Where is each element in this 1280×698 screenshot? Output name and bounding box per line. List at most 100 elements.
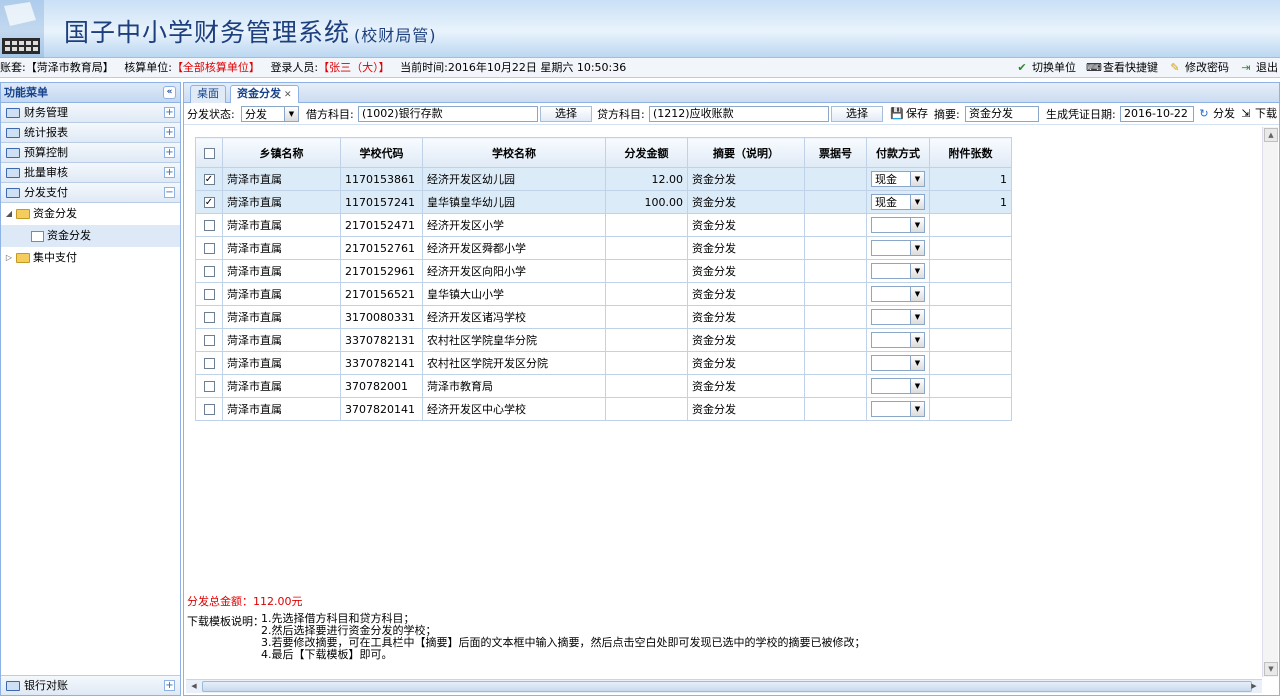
row-checkbox[interactable]: ✓: [203, 197, 215, 208]
column-header[interactable]: 学校代码: [340, 137, 423, 168]
amount-cell[interactable]: [605, 236, 688, 260]
scroll-right-icon[interactable]: ▶: [1247, 680, 1261, 693]
column-header[interactable]: 分发金额: [605, 137, 688, 168]
table-row[interactable]: 菏泽市直属 2170152961 经济开发区向阳小学 资金分发 ▼: [195, 259, 1012, 283]
summary-cell[interactable]: 资金分发: [687, 282, 805, 306]
payment-method-cell[interactable]: ▼: [866, 374, 930, 398]
payment-method-select[interactable]: ▼: [871, 240, 925, 256]
credit-select-button[interactable]: 选择: [831, 106, 883, 122]
payment-method-cell[interactable]: ▼: [866, 236, 930, 260]
payment-method-cell[interactable]: ▼: [866, 397, 930, 421]
bill-number-cell[interactable]: [804, 167, 867, 191]
payment-method-cell[interactable]: 现金 ▼: [866, 167, 930, 191]
payment-method-select[interactable]: 现金 ▼: [871, 171, 925, 187]
amount-cell[interactable]: 12.00: [605, 167, 688, 191]
status-select[interactable]: 分发 ▼: [241, 106, 299, 122]
row-checkbox[interactable]: [203, 312, 215, 323]
attachment-count-cell[interactable]: [929, 397, 1012, 421]
column-header[interactable]: 附件张数: [929, 137, 1012, 168]
amount-cell[interactable]: [605, 305, 688, 329]
tree-folder-fund-distribution[interactable]: ◢ 资金分发: [1, 203, 180, 225]
payment-method-cell[interactable]: ▼: [866, 213, 930, 237]
tab-fund-distribution[interactable]: 资金分发 ✕: [230, 85, 299, 104]
summary-cell[interactable]: 资金分发: [687, 305, 805, 329]
payment-method-select[interactable]: ▼: [871, 401, 925, 417]
attachment-count-cell[interactable]: [929, 213, 1012, 237]
row-select-cell[interactable]: ✓: [195, 190, 223, 214]
close-tab-icon[interactable]: ✕: [284, 90, 292, 100]
bill-number-cell[interactable]: [804, 236, 867, 260]
payment-method-select[interactable]: ▼: [871, 378, 925, 394]
row-select-cell[interactable]: [195, 305, 223, 329]
attachment-count-cell[interactable]: [929, 305, 1012, 329]
bill-number-cell[interactable]: [804, 213, 867, 237]
expand-icon[interactable]: +: [164, 167, 175, 178]
bill-number-cell[interactable]: [804, 374, 867, 398]
expand-icon[interactable]: +: [164, 680, 175, 691]
menu-distribution[interactable]: 分发支付 −: [1, 183, 180, 203]
summary-cell[interactable]: 资金分发: [687, 374, 805, 398]
bill-number-cell[interactable]: [804, 259, 867, 283]
horizontal-scrollbar[interactable]: ◀ ▶: [186, 679, 1262, 693]
attachment-count-cell[interactable]: [929, 259, 1012, 283]
table-row[interactable]: 菏泽市直属 2170156521 皇华镇大山小学 资金分发 ▼: [195, 282, 1012, 306]
summary-cell[interactable]: 资金分发: [687, 397, 805, 421]
row-select-cell[interactable]: [195, 374, 223, 398]
summary-cell[interactable]: 资金分发: [687, 351, 805, 375]
menu-batch-review[interactable]: 批量审核 +: [1, 163, 180, 183]
amount-cell[interactable]: [605, 328, 688, 352]
summary-field[interactable]: 资金分发: [965, 106, 1039, 122]
row-select-cell[interactable]: [195, 259, 223, 283]
menu-bank-reconcile[interactable]: 银行对账 +: [1, 675, 180, 695]
select-all-header[interactable]: [195, 137, 223, 168]
bill-number-cell[interactable]: [804, 282, 867, 306]
row-select-cell[interactable]: ✓: [195, 167, 223, 191]
table-row[interactable]: 菏泽市直属 370782001 菏泽市教育局 资金分发 ▼: [195, 374, 1012, 398]
amount-cell[interactable]: [605, 213, 688, 237]
payment-method-cell[interactable]: ▼: [866, 282, 930, 306]
select-all-checkbox[interactable]: [203, 147, 215, 159]
payment-method-cell[interactable]: ▼: [866, 305, 930, 329]
attachment-count-cell[interactable]: 1: [929, 167, 1012, 191]
payment-method-cell[interactable]: 现金 ▼: [866, 190, 930, 214]
bill-number-cell[interactable]: [804, 328, 867, 352]
debit-account-field[interactable]: (1002)银行存款: [358, 106, 538, 122]
change-password-link[interactable]: ✎ 修改密码: [1168, 58, 1229, 78]
menu-budget[interactable]: 预算控制 +: [1, 143, 180, 163]
scroll-left-icon[interactable]: ◀: [187, 680, 201, 693]
attachment-count-cell[interactable]: [929, 351, 1012, 375]
row-checkbox[interactable]: [203, 381, 215, 392]
bill-number-cell[interactable]: [804, 351, 867, 375]
row-checkbox[interactable]: [203, 404, 215, 415]
expand-icon[interactable]: +: [164, 127, 175, 138]
vertical-scrollbar[interactable]: ▲ ▼: [1262, 127, 1278, 677]
attachment-count-cell[interactable]: [929, 236, 1012, 260]
collapsed-arrow-icon[interactable]: ▷: [5, 247, 13, 269]
summary-cell[interactable]: 资金分发: [687, 236, 805, 260]
column-header[interactable]: 乡镇名称: [222, 137, 341, 168]
bill-number-cell[interactable]: [804, 305, 867, 329]
row-select-cell[interactable]: [195, 351, 223, 375]
table-row[interactable]: ✓ 菏泽市直属 1170153861 经济开发区幼儿园 12.00 资金分发 现金 ▼ 1: [195, 167, 1012, 191]
row-select-cell[interactable]: [195, 328, 223, 352]
row-checkbox[interactable]: [203, 289, 215, 300]
expand-icon[interactable]: +: [164, 147, 175, 158]
attachment-count-cell[interactable]: [929, 328, 1012, 352]
attachment-count-cell[interactable]: [929, 374, 1012, 398]
voucher-date-field[interactable]: 2016-10-22: [1120, 106, 1194, 122]
expanded-arrow-icon[interactable]: ◢: [5, 203, 13, 225]
table-row[interactable]: ✓ 菏泽市直属 1170157241 皇华镇皇华幼儿园 100.00 资金分发 现金 ▼ 1: [195, 190, 1012, 214]
payment-method-select[interactable]: 现金 ▼: [871, 194, 925, 210]
menu-finance[interactable]: 财务管理 +: [1, 103, 180, 123]
table-row[interactable]: 菏泽市直属 3170080331 经济开发区诸冯学校 资金分发 ▼: [195, 305, 1012, 329]
amount-cell[interactable]: [605, 259, 688, 283]
table-row[interactable]: 菏泽市直属 3370782131 农村社区学院皇华分院 资金分发 ▼: [195, 328, 1012, 352]
summary-cell[interactable]: 资金分发: [687, 167, 805, 191]
distribute-button[interactable]: ↻ 分发: [1197, 106, 1235, 122]
amount-cell[interactable]: [605, 374, 688, 398]
payment-method-select[interactable]: ▼: [871, 332, 925, 348]
row-checkbox[interactable]: [203, 266, 215, 277]
amount-cell[interactable]: [605, 351, 688, 375]
row-checkbox[interactable]: ✓: [203, 174, 215, 185]
collapse-sidebar-icon[interactable]: «: [163, 86, 176, 99]
